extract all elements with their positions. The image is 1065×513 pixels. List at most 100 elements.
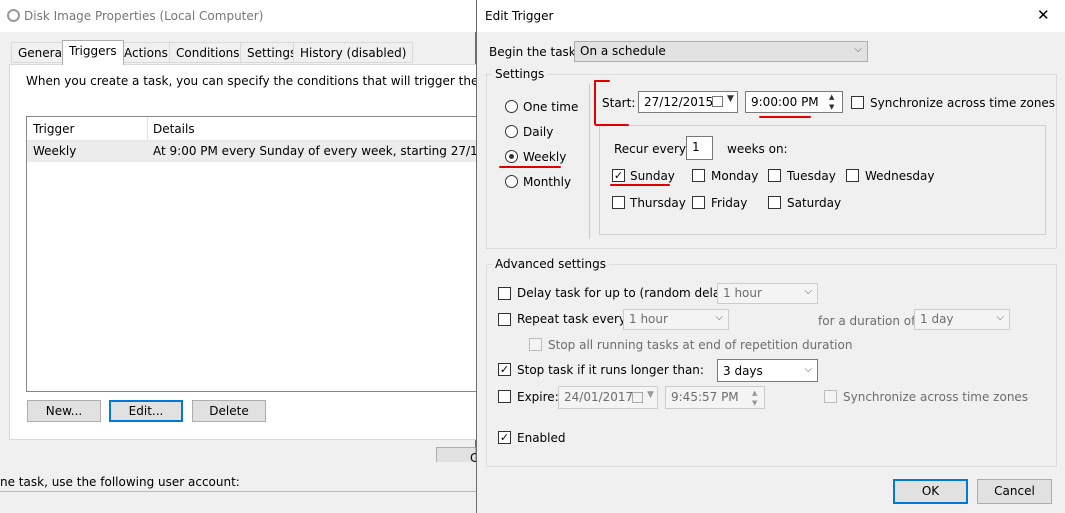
dropdown-arrow-icon: ▼: [647, 390, 654, 400]
stop-longer-checkbox[interactable]: ✓: [498, 363, 511, 376]
back-window-titlebar: Disk Image Properties (Local Computer): [0, 0, 476, 32]
dialog-title: Edit Trigger: [485, 9, 554, 23]
triggers-description: When you create a task, you can specify …: [26, 74, 512, 88]
wednesday-label: Wednesday: [865, 169, 935, 183]
repeat-task-checkbox[interactable]: [498, 313, 511, 326]
monthly-radio[interactable]: [505, 175, 518, 188]
dropdown-arrow-icon: ▼: [727, 94, 734, 104]
stop-all-tasks-label: Stop all running tasks at end of repetit…: [548, 338, 853, 352]
expire-time-picker[interactable]: 9:45:57 PM ▲ ▼: [665, 386, 765, 409]
expire-date-value: 24/01/2017: [564, 390, 634, 404]
stop-all-tasks-checkbox[interactable]: [529, 338, 542, 351]
chevron-down-icon: ⌵: [804, 286, 812, 297]
recur-every-value: 1: [692, 140, 700, 154]
begin-task-select[interactable]: On a schedule ⌵: [574, 41, 868, 62]
tab-history[interactable]: History (disabled): [293, 42, 414, 63]
enabled-checkbox[interactable]: ✓: [498, 431, 511, 444]
friday-checkbox[interactable]: [692, 196, 705, 209]
column-header-trigger[interactable]: Trigger: [33, 122, 74, 136]
edit-trigger-dialog: Edit Trigger ✕ Begin the task: On a sche…: [476, 0, 1065, 513]
daily-radio[interactable]: [505, 125, 518, 138]
expire-checkbox[interactable]: [498, 390, 511, 403]
stop-longer-label: Stop task if it runs longer than:: [517, 363, 704, 377]
begin-task-value: On a schedule: [580, 44, 666, 58]
expire-date-picker[interactable]: 24/01/2017 ▼: [558, 386, 658, 409]
start-date-picker[interactable]: 27/12/2015 ▼: [638, 91, 738, 113]
recur-every-input[interactable]: 1: [686, 136, 713, 160]
wednesday-checkbox[interactable]: [846, 169, 859, 182]
duration-select[interactable]: 1 day ⌵: [914, 309, 1010, 330]
weekly-label: Weekly: [523, 150, 567, 164]
tuesday-checkbox[interactable]: [768, 169, 781, 182]
tuesday-label: Tuesday: [787, 169, 836, 183]
delay-select[interactable]: 1 hour ⌵: [717, 283, 818, 304]
thursday-label: Thursday: [630, 196, 686, 210]
chevron-down-icon: ⌵: [854, 44, 862, 55]
table-row[interactable]: Weekly At 9:00 PM every Sunday of every …: [27, 141, 520, 162]
start-time-picker[interactable]: 9:00:00 PM ▲ ▼: [745, 91, 843, 113]
back-window-title: Disk Image Properties (Local Computer): [24, 9, 264, 23]
chevron-down-icon: ⌵: [804, 364, 812, 375]
repeat-interval-select[interactable]: 1 hour ⌵: [623, 309, 729, 330]
delay-task-checkbox[interactable]: [498, 287, 511, 300]
calendar-icon: [712, 96, 723, 107]
triggers-list[interactable]: Trigger Details Weekly At 9:00 PM every …: [26, 116, 520, 392]
edit-trigger-button[interactable]: Edit...: [109, 400, 183, 422]
expire-sync-label: Synchronize across time zones: [843, 390, 1029, 404]
monthly-label: Monthly: [523, 175, 572, 189]
begin-task-label: Begin the task:: [489, 45, 580, 59]
sunday-checkbox[interactable]: ✓: [612, 169, 625, 182]
column-divider: [147, 117, 148, 141]
spin-buttons-icon[interactable]: ▲ ▼: [829, 92, 834, 112]
expire-label: Expire:: [517, 390, 559, 404]
divider: [0, 491, 476, 492]
one-time-label: One time: [523, 100, 579, 114]
close-icon[interactable]: ✕: [1037, 6, 1050, 24]
weekly-radio[interactable]: [505, 150, 518, 163]
trigger-cell: Weekly: [33, 144, 77, 158]
tab-actions[interactable]: Actions: [117, 42, 175, 63]
weeks-on-label: weeks on:: [727, 142, 788, 156]
daily-label: Daily: [523, 125, 554, 139]
thursday-checkbox[interactable]: [612, 196, 625, 209]
delete-trigger-button[interactable]: Delete: [192, 400, 266, 422]
repeat-task-label: Repeat task every:: [517, 312, 630, 326]
ok-button[interactable]: OK: [893, 479, 968, 504]
one-time-radio[interactable]: [505, 100, 518, 113]
calendar-icon: [632, 392, 643, 403]
start-label: Start:: [602, 96, 636, 110]
delay-value: 1 hour: [723, 286, 762, 300]
repeat-interval-value: 1 hour: [629, 312, 668, 326]
monday-label: Monday: [711, 169, 759, 183]
expire-sync-checkbox[interactable]: [824, 390, 837, 403]
sync-timezones-checkbox[interactable]: [851, 96, 864, 109]
details-cell: At 9:00 PM every Sunday of every week, s…: [153, 144, 520, 158]
enabled-label: Enabled: [517, 431, 566, 445]
stop-longer-select[interactable]: 3 days ⌵: [717, 359, 818, 382]
advanced-settings-title: Advanced settings: [492, 257, 609, 271]
tab-conditions[interactable]: Conditions: [169, 42, 247, 63]
expire-time-value: 9:45:57 PM: [671, 390, 739, 404]
start-time-value: 9:00:00 PM: [751, 95, 819, 109]
settings-group-title: Settings: [492, 67, 548, 81]
delay-task-label: Delay task for up to (random delay):: [517, 286, 737, 300]
saturday-checkbox[interactable]: [768, 196, 781, 209]
duration-value: 1 day: [920, 312, 954, 326]
sync-timezones-label: Synchronize across time zones: [870, 96, 1056, 110]
friday-label: Friday: [711, 196, 748, 210]
duration-label: for a duration of:: [818, 314, 919, 328]
settings-divider: [589, 84, 590, 239]
chevron-down-icon: ⌵: [715, 312, 723, 323]
cancel-button[interactable]: Cancel: [977, 479, 1052, 504]
dialog-titlebar: Edit Trigger ✕: [477, 0, 1065, 32]
lower-window-strip: ne task, use the following user account:: [0, 462, 476, 513]
recur-every-label: Recur every:: [614, 142, 690, 156]
saturday-label: Saturday: [787, 196, 842, 210]
tab-triggers[interactable]: Triggers: [62, 40, 124, 65]
monday-checkbox[interactable]: [692, 169, 705, 182]
spin-buttons-icon[interactable]: ▲ ▼: [752, 388, 757, 408]
column-header-details[interactable]: Details: [153, 122, 195, 136]
task-properties-window: Disk Image Properties (Local Computer) G…: [0, 0, 520, 513]
new-trigger-button[interactable]: New...: [27, 400, 101, 422]
chevron-down-icon: ⌵: [996, 312, 1004, 323]
